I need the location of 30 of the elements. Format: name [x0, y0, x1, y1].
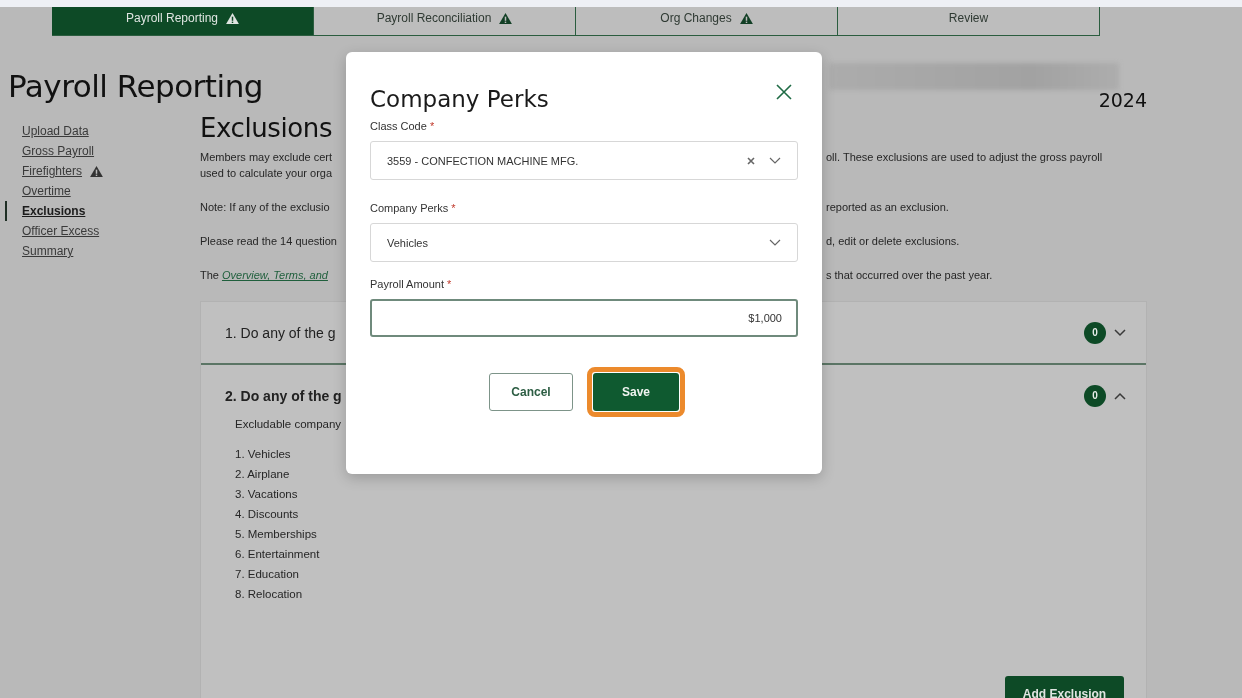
list-item: 2. Airplane: [235, 467, 290, 482]
count-badge: 0: [1084, 384, 1106, 407]
year-label: 2024: [1098, 89, 1147, 111]
paragraph-text: s that occurred over the past year.: [826, 269, 994, 281]
modal-title: Company Perks: [370, 86, 549, 112]
field-label: Class Code: [370, 120, 427, 132]
paragraph-text: Note: If any of the exclusio: [200, 201, 330, 213]
intro-text: Excludable company: [235, 418, 343, 430]
required-mark: *: [447, 278, 452, 290]
paragraph-text: d, edit or delete exclusions.: [826, 235, 961, 247]
list-item: 7. Education: [235, 567, 299, 582]
paragraph-text: Members may exclude cert: [200, 151, 333, 163]
paragraph-text: The: [200, 269, 219, 281]
paragraph-text: Please read the 14 question: [200, 235, 337, 247]
list-item: 6. Entertainment: [235, 547, 320, 562]
field-label: Company Perks: [370, 202, 449, 214]
required-mark: *: [451, 202, 456, 214]
list-item: 8. Relocation: [235, 587, 303, 602]
list-item: 5. Memberships: [235, 527, 317, 542]
required-mark: *: [429, 120, 435, 132]
section-title: Exclusions: [200, 113, 333, 143]
paragraph-text: used to calculate your orga: [200, 167, 333, 179]
list-item: 3. Vacations: [235, 487, 298, 502]
paragraph-text: reported as an exclusion.: [826, 201, 950, 213]
paragraph-text: oll. These exclusions are used to adjust the gross payroll: [826, 151, 1104, 163]
field-label: Payroll Amount: [370, 278, 444, 290]
list-item: 4. Discounts: [235, 507, 299, 522]
page-title: Payroll Reporting: [8, 68, 263, 104]
count-badge: 0: [1084, 321, 1106, 344]
list-item: 1. Vehicles: [235, 447, 291, 462]
